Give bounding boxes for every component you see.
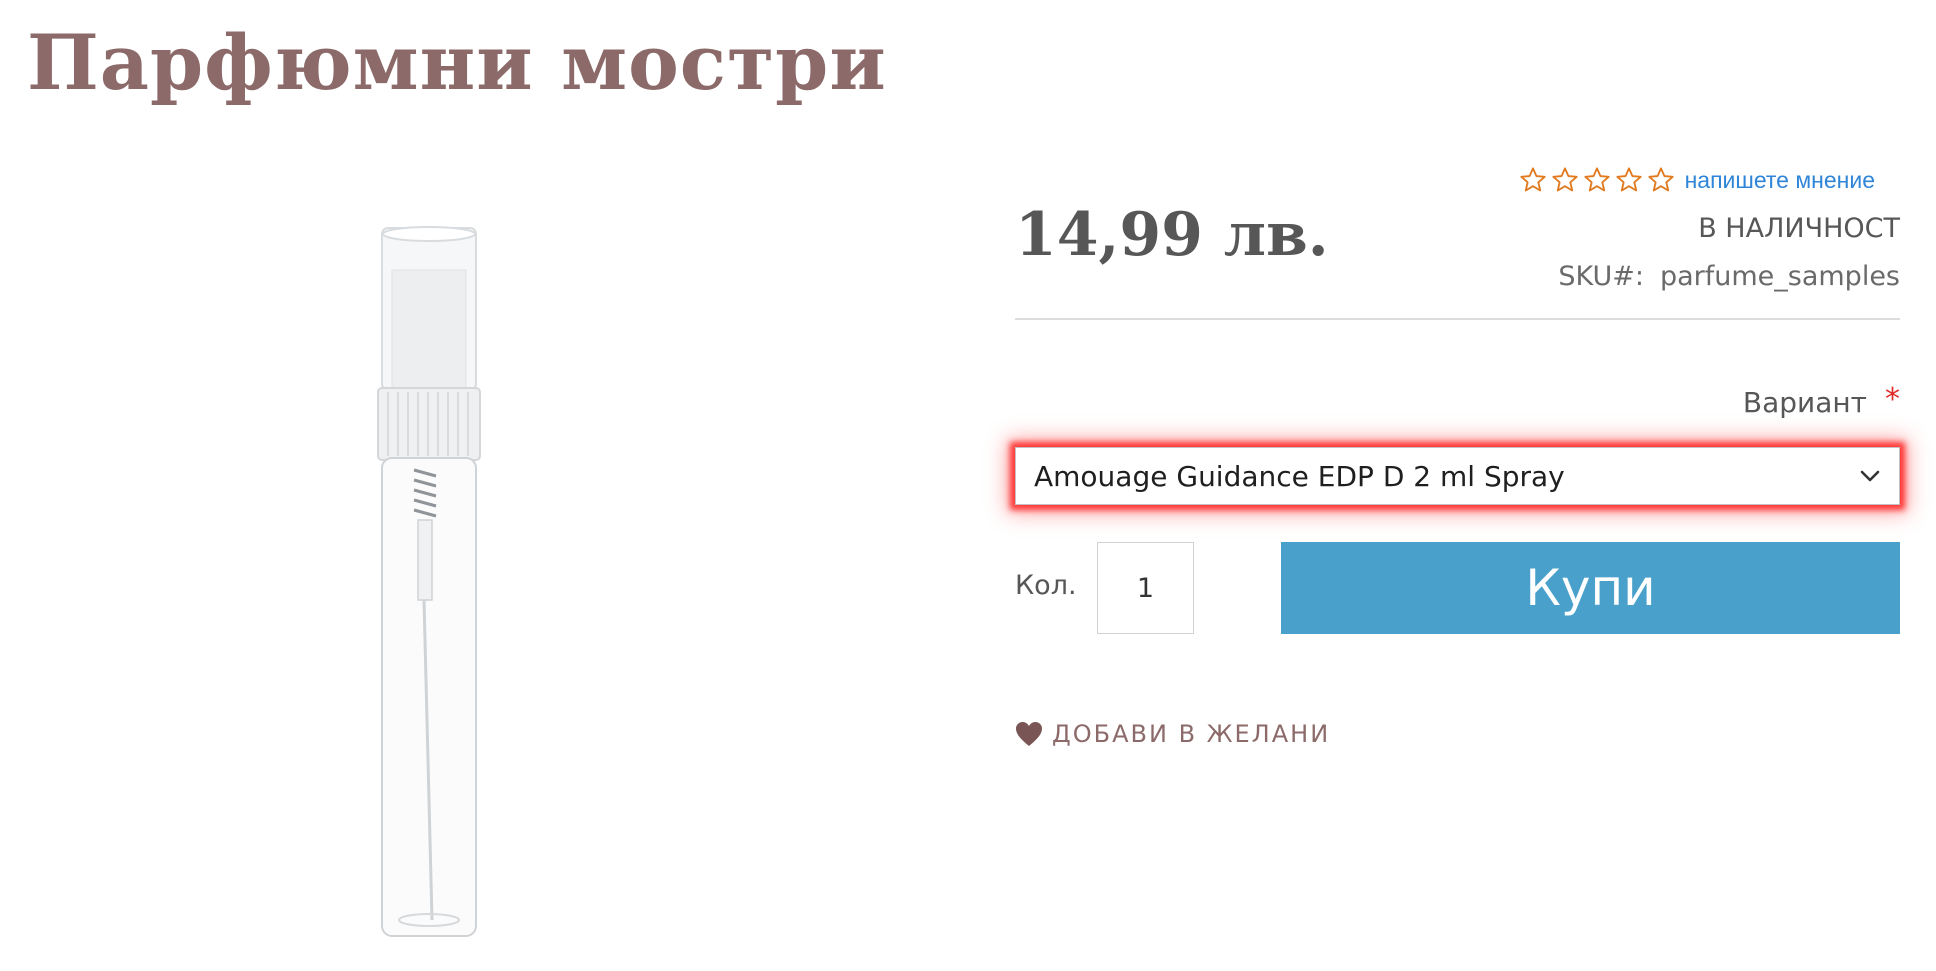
page-title: Парфюмни мостри bbox=[27, 18, 887, 107]
star-outline-icon bbox=[1616, 167, 1642, 192]
divider bbox=[1015, 318, 1900, 320]
star-outline-icon bbox=[1520, 167, 1546, 192]
variant-label: Вариант bbox=[1742, 386, 1867, 419]
star-outline-icon bbox=[1584, 167, 1610, 192]
stock-status: В НАЛИЧНОСТ bbox=[1698, 213, 1900, 244]
quantity-input[interactable] bbox=[1097, 542, 1194, 634]
variant-label-row: Вариант * bbox=[1742, 382, 1900, 419]
variant-selected-value: Amouage Guidance EDP D 2 ml Spray bbox=[1034, 459, 1565, 493]
chevron-down-icon bbox=[1860, 470, 1880, 482]
rating-summary: напишете мнение bbox=[1519, 166, 1875, 194]
wishlist-label: ДОБАВИ В ЖЕЛАНИ bbox=[1052, 720, 1331, 748]
sku-value: parfume_samples bbox=[1659, 261, 1900, 292]
star-outline-icon bbox=[1552, 167, 1578, 192]
product-info-panel: напишете мнение 14,99 лв. В НАЛИЧНОСТ SK… bbox=[1015, 160, 1900, 780]
heart-icon bbox=[1016, 722, 1042, 746]
star-outline-icon bbox=[1648, 167, 1674, 192]
quantity-label: Кол. bbox=[1015, 570, 1077, 601]
write-review-link[interactable]: напишете мнение bbox=[1685, 167, 1875, 194]
add-to-wishlist-button[interactable]: ДОБАВИ В ЖЕЛАНИ bbox=[1015, 720, 1330, 748]
sku-label: SKU#: bbox=[1558, 261, 1644, 292]
sku-info: SKU#: parfume_samples bbox=[1558, 261, 1900, 292]
buy-button[interactable]: Купи bbox=[1281, 542, 1900, 634]
product-image bbox=[377, 226, 481, 937]
required-mark: * bbox=[1885, 382, 1900, 417]
variant-select[interactable]: Amouage Guidance EDP D 2 ml Spray bbox=[1015, 447, 1900, 505]
product-price: 14,99 лв. bbox=[1015, 200, 1329, 270]
rating-stars bbox=[1519, 166, 1675, 194]
